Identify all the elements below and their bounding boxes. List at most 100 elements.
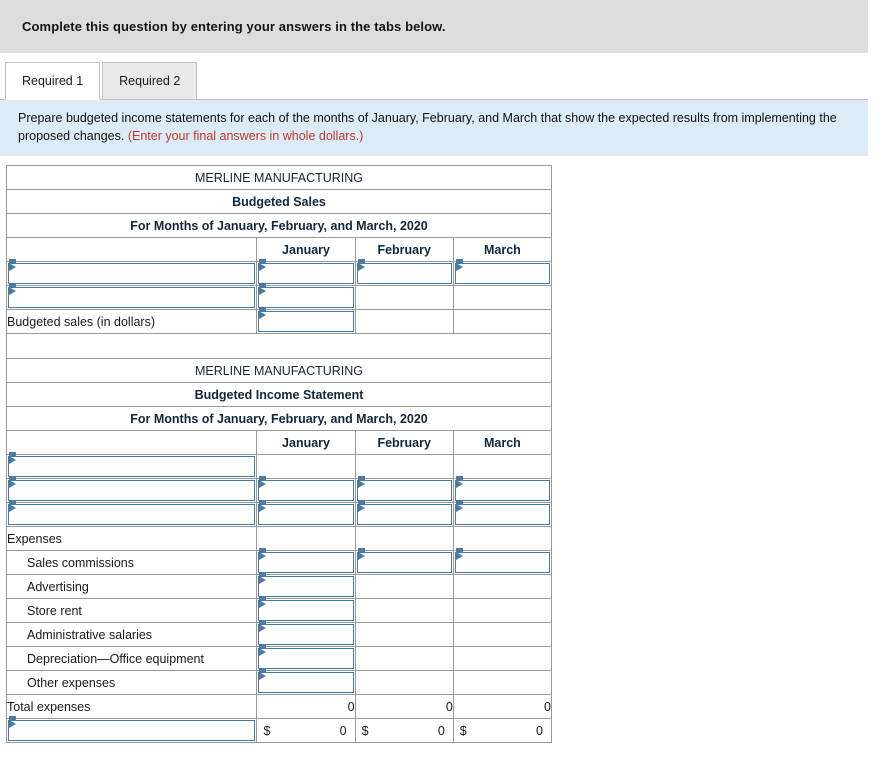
sales-column-header-row: January February March	[5, 237, 553, 262]
sales-row2-label-cell[interactable]	[5, 283, 258, 310]
income-row1-january-cell	[256, 454, 356, 479]
income-row2-february-cell[interactable]	[354, 476, 454, 503]
table-row	[5, 283, 553, 310]
sales-row1-february-input[interactable]	[356, 259, 452, 284]
sales-row2-january-input[interactable]	[258, 283, 354, 308]
expense-administrative-salaries-january-cell[interactable]	[256, 620, 356, 647]
income-row2-february-input[interactable]	[356, 476, 452, 501]
sales-row1-january-input[interactable]	[258, 259, 354, 284]
expense-depreciation-office-equipment-march-cell	[452, 646, 553, 671]
expense-store-rent-january-input[interactable]	[258, 596, 354, 621]
expense-sales-commissions-february-input[interactable]	[356, 548, 452, 573]
tabstrip: Required 1 Required 2	[0, 53, 868, 100]
sales-row1-march-cell[interactable]	[452, 259, 553, 286]
sales-header-march: March	[452, 237, 553, 262]
income-row3-january-input[interactable]	[258, 500, 354, 525]
sales-row3-february-cell	[354, 309, 454, 334]
income-row1-label-select[interactable]	[8, 452, 256, 477]
net-income-january-currency: $	[263, 723, 271, 738]
sales-row1-february-cell[interactable]	[354, 259, 454, 286]
expense-administrative-salaries-march-cell	[452, 622, 553, 647]
income-row3-february-input[interactable]	[356, 500, 452, 525]
income-row3-march-input[interactable]	[454, 500, 550, 525]
income-row3-label-cell[interactable]	[5, 500, 258, 527]
income-row1-march-cell	[452, 454, 553, 479]
income-row2-january-input[interactable]	[258, 476, 354, 501]
instruction-banner-text: Complete this question by entering your …	[22, 19, 446, 34]
income-row2-march-cell[interactable]	[452, 476, 553, 503]
income-header-blank	[5, 430, 258, 455]
sales-header-january: January	[256, 237, 356, 262]
expense-advertising-january-cell[interactable]	[256, 572, 356, 599]
net-income-january-cell: $ 0	[256, 718, 356, 743]
sales-row1-january-cell[interactable]	[256, 259, 356, 286]
expense-depreciation-office-equipment-january-cell[interactable]	[256, 644, 356, 671]
income-row1-february-cell	[354, 454, 454, 479]
income-statement-title: Budgeted Income Statement	[6, 382, 552, 407]
income-row2-january-cell[interactable]	[256, 476, 356, 503]
expense-administrative-salaries-january-input[interactable]	[258, 620, 354, 645]
sales-row3-january-input[interactable]	[258, 307, 354, 332]
table-row: Total expenses 0 0 0	[5, 694, 553, 719]
sales-row2-february-cell	[354, 285, 454, 310]
expense-advertising-february-cell	[354, 574, 454, 599]
sales-row2-january-cell[interactable]	[256, 283, 356, 310]
expense-other-expenses-january-input[interactable]	[258, 668, 354, 693]
income-row3-label-select[interactable]	[8, 500, 256, 525]
income-column-header-row: January February March	[5, 430, 553, 455]
sales-row3-january-cell[interactable]	[256, 307, 356, 334]
question-prompt-panel: Prepare budgeted income statements for e…	[0, 100, 868, 156]
income-header-march: March	[452, 430, 553, 455]
sales-row2-label-select[interactable]	[8, 283, 256, 308]
expense-administrative-salaries-label: Administrative salaries	[5, 622, 258, 647]
sales-period-title: For Months of January, February, and Mar…	[6, 213, 552, 238]
table-row: Budgeted sales (in dollars)	[5, 307, 553, 334]
expense-store-rent-label: Store rent	[5, 598, 258, 623]
question-prompt-red-note: (Enter your final answers in whole dolla…	[127, 129, 364, 143]
expense-sales-commissions-label: Sales commissions	[5, 550, 258, 575]
tab-required-1-label: Required 1	[22, 74, 84, 88]
sales-row1-march-input[interactable]	[454, 259, 550, 284]
income-row3-february-cell[interactable]	[354, 500, 454, 527]
income-row2-label-select[interactable]	[8, 476, 256, 501]
net-income-label-cell[interactable]	[5, 716, 258, 743]
sales-row1-label-cell[interactable]	[5, 259, 258, 286]
total-expenses-january-value: 0	[256, 694, 356, 719]
income-row2-label-cell[interactable]	[5, 476, 258, 503]
income-title-row-3: For Months of January, February, and Mar…	[6, 406, 552, 431]
table-row: Expenses	[5, 526, 553, 551]
statement-spacer-cell	[6, 333, 552, 359]
table-row: Store rent	[5, 596, 553, 623]
expense-sales-commissions-january-input[interactable]	[258, 548, 354, 573]
table-row: Other expenses	[5, 668, 553, 695]
table-row	[5, 476, 553, 503]
expense-depreciation-office-equipment-label: Depreciation—Office equipment	[5, 646, 258, 671]
net-income-march-cell: $ 0	[452, 718, 553, 743]
income-header-february: February	[354, 430, 454, 455]
income-row1-label-cell[interactable]	[5, 452, 258, 479]
income-row3-march-cell[interactable]	[452, 500, 553, 527]
expense-advertising-january-input[interactable]	[258, 572, 354, 597]
expense-sales-commissions-march-input[interactable]	[454, 548, 550, 573]
expense-depreciation-office-equipment-january-input[interactable]	[258, 644, 354, 669]
expense-store-rent-january-cell[interactable]	[256, 596, 356, 623]
tab-required-2[interactable]: Required 2	[102, 62, 198, 100]
expense-sales-commissions-february-cell[interactable]	[354, 548, 454, 575]
sales-title-row-2: Budgeted Sales	[6, 189, 552, 214]
net-income-label-select[interactable]	[8, 716, 256, 741]
budget-worksheet-table: MERLINE MANUFACTURING Budgeted Sales For…	[5, 165, 553, 743]
income-row2-march-input[interactable]	[454, 476, 550, 501]
income-expenses-header-february	[354, 526, 454, 551]
worksheet-area: MERLINE MANUFACTURING Budgeted Sales For…	[0, 156, 890, 743]
table-row: Advertising	[5, 572, 553, 599]
income-row3-january-cell[interactable]	[256, 500, 356, 527]
tab-required-2-label: Required 2	[119, 74, 181, 88]
expense-sales-commissions-january-cell[interactable]	[256, 548, 356, 575]
tab-required-1[interactable]: Required 1	[5, 62, 101, 100]
sales-row1-label-select[interactable]	[8, 259, 256, 284]
expense-other-expenses-january-cell[interactable]	[256, 668, 356, 695]
sales-title-row-3: For Months of January, February, and Mar…	[6, 213, 552, 238]
expense-advertising-label: Advertising	[5, 574, 258, 599]
expense-sales-commissions-march-cell[interactable]	[452, 548, 553, 575]
table-row: $ 0 $ 0 $ 0	[5, 716, 553, 743]
